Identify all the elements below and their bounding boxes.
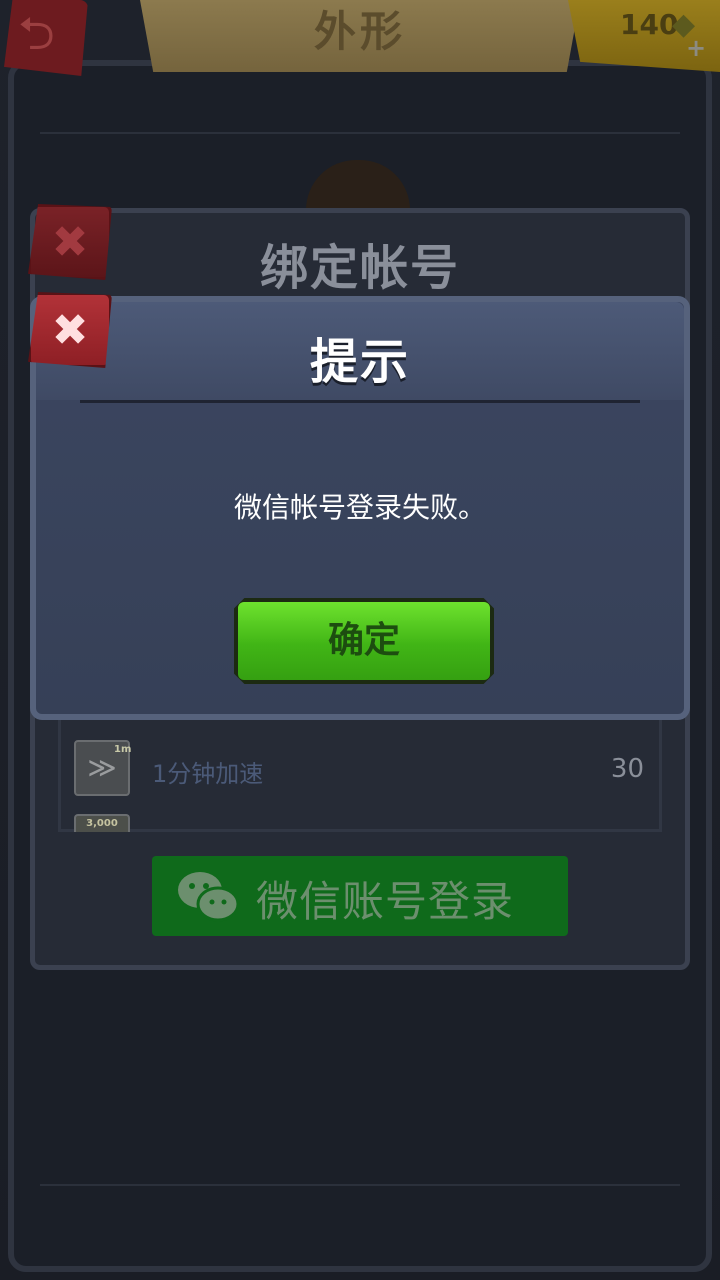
item-list: [58, 720, 662, 832]
screen: 外形 ⮌ 140 ◆ + 绑定帐号 ✖ ≫ 1m 1分钟加速 30 3,000 …: [0, 0, 720, 1280]
plus-icon[interactable]: +: [686, 34, 706, 62]
page-title: 外形: [313, 7, 406, 56]
confirm-button-label[interactable]: 确定: [234, 598, 494, 684]
item-label: 1分钟加速: [152, 760, 264, 788]
divider: [40, 1184, 680, 1186]
prompt-divider: [80, 400, 640, 403]
item-value: 30: [610, 754, 644, 784]
bind-account-title: 绑定帐号: [259, 240, 460, 296]
gem-count: 140: [620, 8, 679, 41]
prompt-title: 提示: [309, 334, 410, 390]
item-icon: 3,000: [74, 814, 130, 832]
divider: [40, 132, 680, 134]
back-arrow-icon[interactable]: ⮌: [18, 10, 55, 56]
wechat-login-label[interactable]: 微信账号登录: [256, 868, 514, 929]
close-icon: ✖: [51, 305, 89, 356]
prompt-message: 微信帐号登录失败。: [233, 491, 486, 524]
prompt-close-button[interactable]: ✖: [28, 292, 112, 368]
close-icon: ✖: [51, 217, 89, 268]
wechat-icon: [178, 872, 240, 922]
bind-close-button[interactable]: ✖: [28, 204, 112, 280]
item-duration-tag: 1m: [114, 744, 132, 755]
